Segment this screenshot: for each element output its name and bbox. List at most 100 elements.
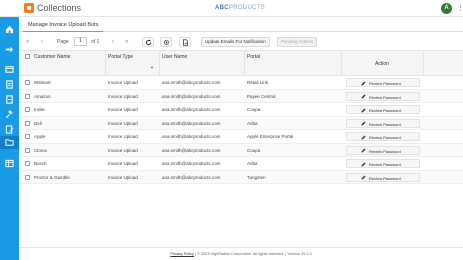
select-all-checkbox[interactable]: [25, 54, 30, 59]
page-number-input[interactable]: 1: [74, 37, 87, 46]
column-divider: [105, 51, 106, 77]
edit-icon: [361, 81, 366, 85]
document-icon: [6, 95, 13, 104]
column-header-portal-type[interactable]: Portal Type: [108, 54, 133, 60]
cell-customer-name: Bosch: [34, 161, 47, 166]
cell-portal: Ariba: [247, 120, 258, 126]
tab-bar: Manage Invoice Upload Bots: [19, 17, 463, 32]
row-checkbox[interactable]: [25, 174, 30, 180]
column-header-portal[interactable]: Portal: [247, 54, 260, 60]
grid-header-row: Customer Name Portal Type ▼ User Name Po…: [19, 50, 463, 77]
review-password-button[interactable]: Review Password: [346, 145, 420, 155]
row-checkbox[interactable]: [25, 107, 30, 112]
row-checkbox[interactable]: [25, 147, 30, 153]
edit-icon: [361, 135, 366, 139]
privacy-policy-link[interactable]: Privacy Policy: [170, 252, 194, 256]
cell-portal: Tungsten: [247, 174, 266, 180]
cell-portal: Coupa: [247, 147, 261, 153]
review-password-button[interactable]: Review Password: [346, 78, 420, 87]
refresh-icon: [145, 39, 151, 45]
cell-user-name: ana.smith@abcproducts.com: [162, 107, 221, 112]
cell-portal: Coupa: [247, 107, 261, 112]
settings-button[interactable]: [160, 37, 172, 47]
review-password-label: Review Password: [369, 148, 401, 154]
table-icon: [5, 159, 14, 168]
bots-grid: Customer Name Portal Type ▼ User Name Po…: [19, 50, 463, 185]
review-password-button[interactable]: Review Password: [346, 132, 420, 141]
sidebar-item-reports[interactable]: [3, 93, 16, 106]
row-checkbox[interactable]: [25, 93, 30, 99]
row-checkbox[interactable]: [25, 161, 30, 166]
edit-icon: [361, 121, 366, 126]
cell-customer-name: Clorox: [34, 147, 48, 153]
column-header-user-name[interactable]: User Name: [162, 54, 187, 60]
cell-customer-name: Dell: [34, 120, 42, 126]
review-password-button[interactable]: Review Password: [346, 159, 420, 168]
sidebar-item-expand[interactable]: [3, 43, 16, 56]
first-page-icon[interactable]: «: [26, 38, 29, 46]
document-icon: [6, 80, 13, 89]
page-footer: Privacy Policy | © 2023 HighRadius Corpo…: [19, 247, 463, 260]
table-row[interactable]: Insite Invoice Upload ana.smith@abcproduct…: [19, 103, 463, 117]
row-checkbox[interactable]: [25, 120, 30, 126]
cell-user-name: ana.smith@abcproducts.com: [162, 120, 221, 126]
sidebar: [0, 17, 19, 260]
table-row[interactable]: Proctor & Gamble Invoice Upload ana.smith@…: [19, 170, 463, 184]
user-avatar[interactable]: A: [441, 3, 452, 14]
next-page-icon[interactable]: ›: [112, 38, 114, 46]
cell-customer-name: Proctor & Gamble: [34, 174, 70, 180]
review-password-label: Review Password: [369, 135, 401, 140]
gavel-icon: [5, 110, 13, 119]
export-button[interactable]: [179, 37, 191, 47]
portal-type-filter-icon[interactable]: ▼: [150, 65, 154, 70]
review-password-label: Review Password: [369, 94, 401, 100]
sidebar-item-cards[interactable]: [3, 63, 16, 76]
tab-manage-invoice-upload-bots[interactable]: Manage Invoice Upload Bots: [23, 20, 104, 32]
gear-icon: [163, 39, 169, 45]
table-row[interactable]: Amazon Invoice Upload ana.smith@abcproduct…: [19, 89, 463, 103]
table-row[interactable]: Apple Invoice Upload ana.smith@abcproducts…: [19, 130, 463, 144]
cell-user-name: ana.smith@abcproducts.com: [162, 93, 221, 99]
arrow-right-icon: [5, 46, 14, 53]
edit-icon: [361, 108, 366, 112]
brand-logo: ABCPRODUCTS: [215, 5, 265, 11]
sidebar-item-bots[interactable]: [0, 136, 19, 149]
review-password-label: Review Password: [369, 121, 401, 127]
review-password-label: Review Password: [369, 81, 401, 86]
cell-customer-name: Insite: [34, 107, 45, 112]
table-row[interactable]: Dell Invoice Upload ana.smith@abcproducts.…: [19, 116, 463, 130]
last-page-icon[interactable]: »: [125, 38, 128, 46]
cell-portal-type: Invoice Upload: [108, 80, 138, 85]
refresh-button[interactable]: [142, 37, 154, 47]
sidebar-item-tables[interactable]: [3, 157, 16, 170]
update-emails-button[interactable]: Update Emails For Notification: [201, 37, 270, 47]
row-checkbox[interactable]: [25, 80, 30, 85]
review-password-button[interactable]: Review Password: [346, 91, 420, 101]
table-row[interactable]: Clorox Invoice Upload ana.smith@abcproduct…: [19, 143, 463, 157]
cell-portal: Retail Link: [247, 80, 269, 85]
cell-customer-name: Walmart: [34, 80, 51, 85]
sidebar-item-edit[interactable]: [3, 123, 16, 136]
app-title: Collections: [37, 3, 82, 13]
more-menu-icon[interactable]: ⋮: [457, 4, 463, 14]
brand-prefix: ABC: [215, 5, 229, 11]
sidebar-item-disputes[interactable]: [3, 108, 16, 121]
previous-page-icon[interactable]: ‹: [41, 38, 43, 46]
page-count-label: of 1: [91, 39, 100, 45]
export-document-icon: [182, 38, 188, 46]
review-password-button[interactable]: Review Password: [346, 172, 420, 182]
sidebar-item-home[interactable]: [3, 23, 16, 36]
column-divider: [159, 51, 160, 77]
cell-user-name: ana.smith@abcproducts.com: [162, 161, 221, 166]
column-header-customer-name[interactable]: Customer Name: [34, 54, 70, 60]
top-header: Collections ABCPRODUCTS A ⋮: [0, 0, 463, 17]
table-row[interactable]: Walmart Invoice Upload ana.smith@abcproduc…: [19, 76, 463, 90]
sidebar-item-documents[interactable]: [3, 78, 16, 91]
column-divider: [244, 51, 245, 77]
row-checkbox[interactable]: [25, 134, 30, 139]
review-password-button[interactable]: Review Password: [346, 118, 420, 128]
cell-user-name: ana.smith@abcproducts.com: [162, 134, 221, 139]
pending-actions-button[interactable]: Pending Actions: [277, 37, 318, 47]
table-row[interactable]: Bosch Invoice Upload ana.smith@abcproducts…: [19, 157, 463, 171]
review-password-button[interactable]: Review Password: [346, 105, 420, 114]
